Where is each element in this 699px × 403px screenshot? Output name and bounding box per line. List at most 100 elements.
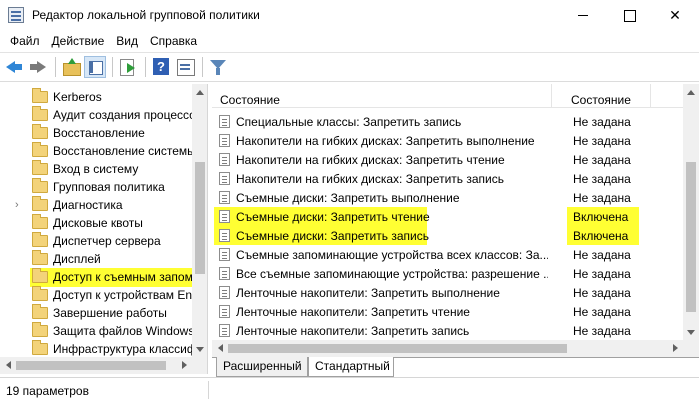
scrollbar-thumb[interactable] — [686, 162, 696, 312]
column-header-state[interactable]: Состояние — [571, 93, 631, 107]
expander-icon[interactable] — [15, 214, 27, 233]
folder-icon — [32, 178, 48, 193]
policy-setting-icon — [219, 286, 230, 299]
scroll-left-arrow-icon[interactable] — [212, 340, 228, 356]
scroll-up-arrow-icon[interactable] — [192, 84, 207, 100]
tree-pane: Kerberos Аудит создания процессов Восста… — [0, 84, 208, 374]
filter-icon[interactable] — [207, 56, 229, 78]
expander-icon[interactable] — [15, 160, 27, 179]
expander-icon[interactable] — [15, 88, 27, 107]
back-arrow-icon[interactable] — [3, 56, 25, 78]
table-row-highlighted[interactable]: Съемные диски: Запретить чтение Включена — [212, 207, 683, 226]
column-divider[interactable] — [650, 84, 651, 108]
tree-item[interactable]: Вход в систему — [0, 160, 192, 179]
tab-extended[interactable]: Расширенный — [216, 357, 308, 377]
tab-standard[interactable]: Стандартный — [308, 357, 394, 377]
tree-item-label: Завершение работы — [53, 306, 167, 320]
menu-action[interactable]: Действие — [46, 30, 111, 52]
policy-setting-icon — [219, 210, 230, 223]
table-row[interactable]: Ленточные накопители: Запретить запись Н… — [212, 321, 683, 340]
tree-item[interactable]: Kerberos — [0, 88, 192, 107]
tree-vertical-scrollbar[interactable] — [192, 84, 207, 357]
toolbar — [0, 52, 699, 82]
table-row[interactable]: Специальные классы: Запретить запись Не … — [212, 112, 683, 131]
expander-icon[interactable] — [15, 124, 27, 143]
close-button[interactable]: ✕ — [652, 0, 698, 30]
tree-item-label: Диспетчер сервера — [53, 234, 161, 248]
help-icon[interactable] — [150, 56, 172, 78]
column-divider[interactable] — [551, 84, 552, 108]
tree-item[interactable]: Восстановление — [0, 124, 192, 143]
tree-item[interactable]: Дисплей — [0, 250, 192, 269]
tree-item[interactable]: Защита файлов Windows — [0, 322, 192, 341]
policy-setting-icon — [219, 191, 230, 204]
toolbar-separator — [145, 57, 146, 77]
policy-setting-icon — [219, 153, 230, 166]
tree-item[interactable]: Завершение работы — [0, 304, 192, 323]
expander-icon[interactable] — [15, 304, 27, 323]
expander-icon[interactable] — [15, 106, 27, 125]
setting-state: Не задана — [573, 172, 631, 186]
scrollbar-thumb[interactable] — [228, 344, 567, 353]
policy-setting-icon — [219, 229, 230, 242]
menu-bar: Файл Действие Вид Справка — [0, 30, 699, 52]
maximize-button[interactable] — [606, 0, 652, 30]
table-row[interactable]: Накопители на гибких дисках: Запретить з… — [212, 169, 683, 188]
setting-name: Специальные классы: Запретить запись — [236, 115, 462, 129]
scrollbar-corner — [683, 340, 699, 357]
folder-up-icon[interactable] — [60, 56, 82, 78]
folder-icon — [32, 304, 48, 319]
scroll-up-arrow-icon[interactable] — [683, 84, 699, 100]
expander-icon[interactable] — [15, 178, 27, 197]
table-row[interactable]: Накопители на гибких дисках: Запретить ч… — [212, 150, 683, 169]
expander-icon[interactable] — [15, 232, 27, 251]
expander-icon[interactable] — [15, 322, 27, 341]
table-row-highlighted[interactable]: Съемные диски: Запретить запись Включена — [212, 226, 683, 245]
minimize-button[interactable] — [560, 0, 606, 30]
scrollbar-thumb[interactable] — [16, 361, 166, 370]
tree-horizontal-scrollbar[interactable] — [0, 357, 192, 374]
show-hide-tree-icon[interactable] — [84, 56, 106, 78]
tree-item-label: Аудит создания процессов — [53, 108, 192, 122]
list-horizontal-scrollbar[interactable] — [212, 340, 683, 357]
tree-item[interactable]: Дисковые квоты — [0, 214, 192, 233]
list-vertical-scrollbar[interactable] — [683, 84, 699, 340]
policy-setting-icon — [219, 305, 230, 318]
expander-icon[interactable] — [15, 286, 27, 305]
tree-item[interactable]: Доступ к устройствам Enhanced — [0, 286, 192, 305]
tree-item[interactable]: Восстановление системы — [0, 142, 192, 161]
table-row[interactable]: Съемные диски: Запретить выполнение Не з… — [212, 188, 683, 207]
scroll-right-arrow-icon[interactable] — [176, 357, 192, 373]
forward-arrow-icon[interactable] — [27, 56, 49, 78]
scroll-down-arrow-icon[interactable] — [683, 324, 699, 340]
tree-item[interactable]: Диспетчер сервера — [0, 232, 192, 251]
scroll-right-arrow-icon[interactable] — [667, 340, 683, 356]
tree-item[interactable]: Аудит создания процессов — [0, 106, 192, 125]
tree-item[interactable]: Групповая политика — [0, 178, 192, 197]
folder-icon — [32, 286, 48, 301]
scroll-down-arrow-icon[interactable] — [192, 341, 207, 357]
table-row[interactable]: Ленточные накопители: Запретить выполнен… — [212, 283, 683, 302]
tree-item-label: Защита файлов Windows — [53, 324, 192, 338]
expander-icon[interactable] — [15, 250, 27, 269]
menu-help[interactable]: Справка — [144, 30, 203, 52]
scrollbar-thumb[interactable] — [195, 162, 205, 274]
table-row[interactable]: Все съемные запоминающие устройства: раз… — [212, 264, 683, 283]
table-row[interactable]: Съемные запоминающие устройства всех кла… — [212, 245, 683, 264]
table-row[interactable]: Ленточные накопители: Запретить чтение Н… — [212, 302, 683, 321]
tree-item-selected[interactable]: Доступ к съемным запоминающим — [30, 268, 192, 287]
column-header-setting[interactable]: Состояние — [220, 93, 280, 107]
tree-item-label: Восстановление системы — [53, 144, 192, 158]
scroll-left-arrow-icon[interactable] — [0, 357, 16, 373]
expander-icon[interactable] — [15, 142, 27, 161]
menu-file[interactable]: Файл — [4, 30, 46, 52]
setting-name: Съемные запоминающие устройства всех кла… — [236, 248, 548, 262]
export-list-icon[interactable] — [117, 56, 139, 78]
properties-icon[interactable] — [174, 56, 196, 78]
tree-item[interactable]: › Диагностика — [0, 196, 192, 215]
chevron-right-icon[interactable]: › — [15, 196, 27, 215]
menu-view[interactable]: Вид — [110, 30, 144, 52]
table-row[interactable]: Накопители на гибких дисках: Запретить в… — [212, 131, 683, 150]
setting-state: Не задана — [573, 324, 631, 338]
window-title: Редактор локальной групповой политики — [32, 8, 260, 22]
